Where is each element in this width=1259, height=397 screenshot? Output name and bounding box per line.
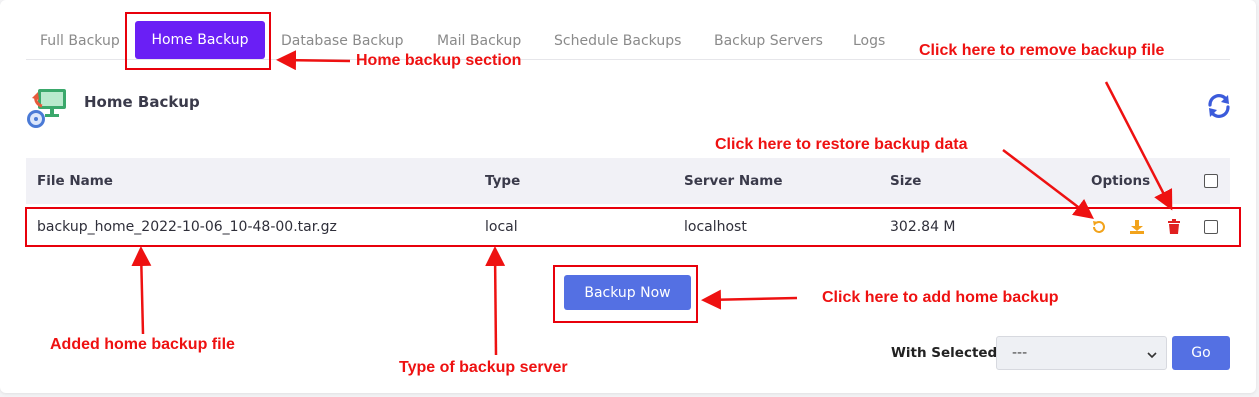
annotation-type-server: Type of backup server [399, 359, 568, 376]
annotation-added-file: Added home backup file [50, 336, 235, 353]
annotation-add: Click here to add home backup [822, 289, 1059, 306]
annotation-restore: Click here to restore backup data [715, 136, 968, 153]
annotation-remove: Click here to remove backup file [919, 42, 1165, 59]
annotation-home-section: Home backup section [356, 52, 522, 69]
